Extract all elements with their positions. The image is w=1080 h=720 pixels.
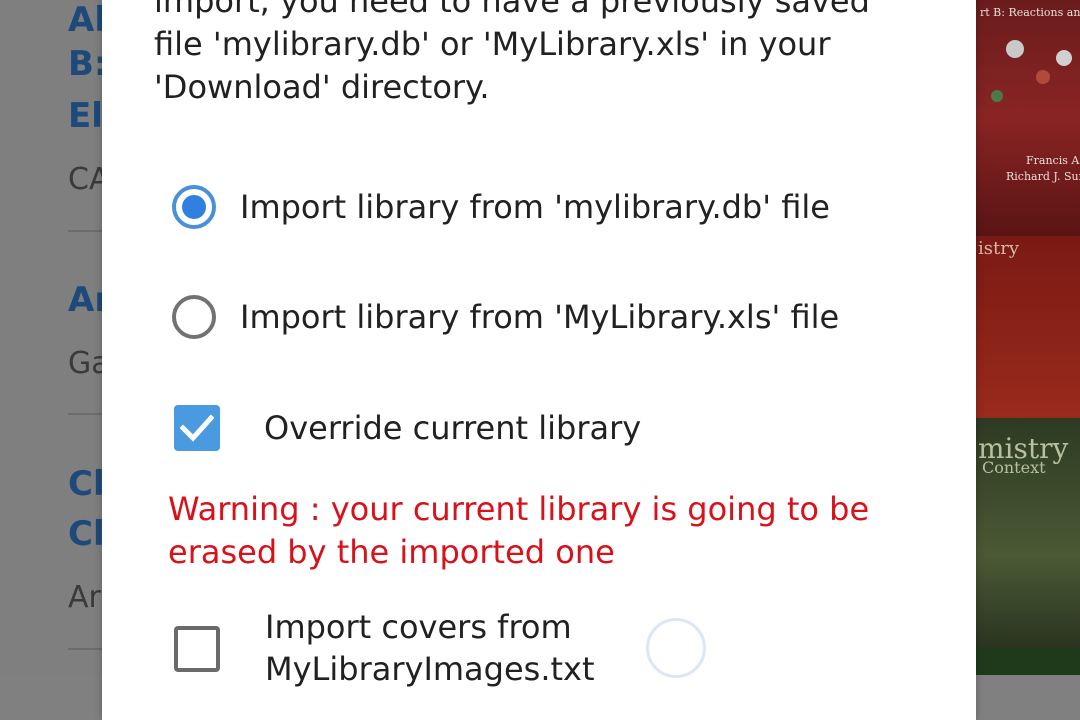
molecule-image [1036, 70, 1050, 84]
book-cover: rt B: Reactions and Synth Francis A. C R… [976, 0, 1080, 236]
book-title-line: Ar [68, 280, 102, 320]
radio-selected-icon[interactable] [172, 185, 216, 229]
book-cover: istry [976, 236, 1080, 418]
import-covers-label: Import covers from MyLibraryImages.txt [265, 608, 595, 688]
import-library-dialog: import, you need to have a previously sa… [102, 0, 976, 720]
book-title-line: Cl [68, 514, 102, 554]
book-title-line: Cl [68, 464, 102, 504]
background-book-list: Al B: El CA Ar Ga Cl Cl Ar [0, 0, 102, 675]
radio-unselected-icon[interactable] [172, 295, 216, 339]
list-divider [68, 413, 102, 415]
book-cover: mistry Context [976, 418, 1080, 648]
radio-import-xls-label: Import library from 'MyLibrary.xls' file [240, 298, 840, 336]
import-covers-checkbox[interactable] [174, 626, 220, 672]
loading-spinner-icon [646, 618, 706, 678]
cover-subtitle: Context [982, 458, 1046, 477]
override-library-checkbox[interactable]: Override current library [174, 405, 641, 451]
book-author: CA [68, 162, 102, 197]
molecule-image [991, 90, 1003, 102]
list-divider [68, 230, 102, 232]
book-title-line: B: [68, 44, 102, 84]
radio-import-db[interactable]: Import library from 'mylibrary.db' file [172, 185, 830, 229]
override-library-label: Override current library [264, 409, 642, 447]
background-book-covers: rt B: Reactions and Synth Francis A. C R… [976, 0, 1080, 675]
molecule-image [1056, 50, 1072, 66]
dialog-intro-text: import, you need to have a previously sa… [154, 0, 870, 106]
book-author: Ga [68, 346, 102, 381]
molecule-image [1006, 40, 1024, 58]
book-title-line: El [68, 96, 102, 136]
radio-import-xls[interactable]: Import library from 'MyLibrary.xls' file [172, 295, 839, 339]
cover-author: Richard J. Sund [1006, 170, 1080, 183]
checkbox-checked-icon[interactable] [174, 405, 220, 451]
override-warning-text: Warning : your current library is going … [168, 490, 870, 571]
book-cover [976, 648, 1080, 675]
cover-author: Francis A. C [1026, 154, 1080, 167]
radio-import-db-label: Import library from 'mylibrary.db' file [240, 188, 830, 226]
book-title-line: Al [68, 0, 102, 40]
cover-title: rt B: Reactions and Synth [980, 6, 1080, 19]
checkbox-unchecked-icon[interactable] [174, 626, 220, 672]
cover-title: istry [978, 238, 1020, 259]
list-divider [68, 648, 102, 650]
book-author: Ar [68, 580, 101, 615]
